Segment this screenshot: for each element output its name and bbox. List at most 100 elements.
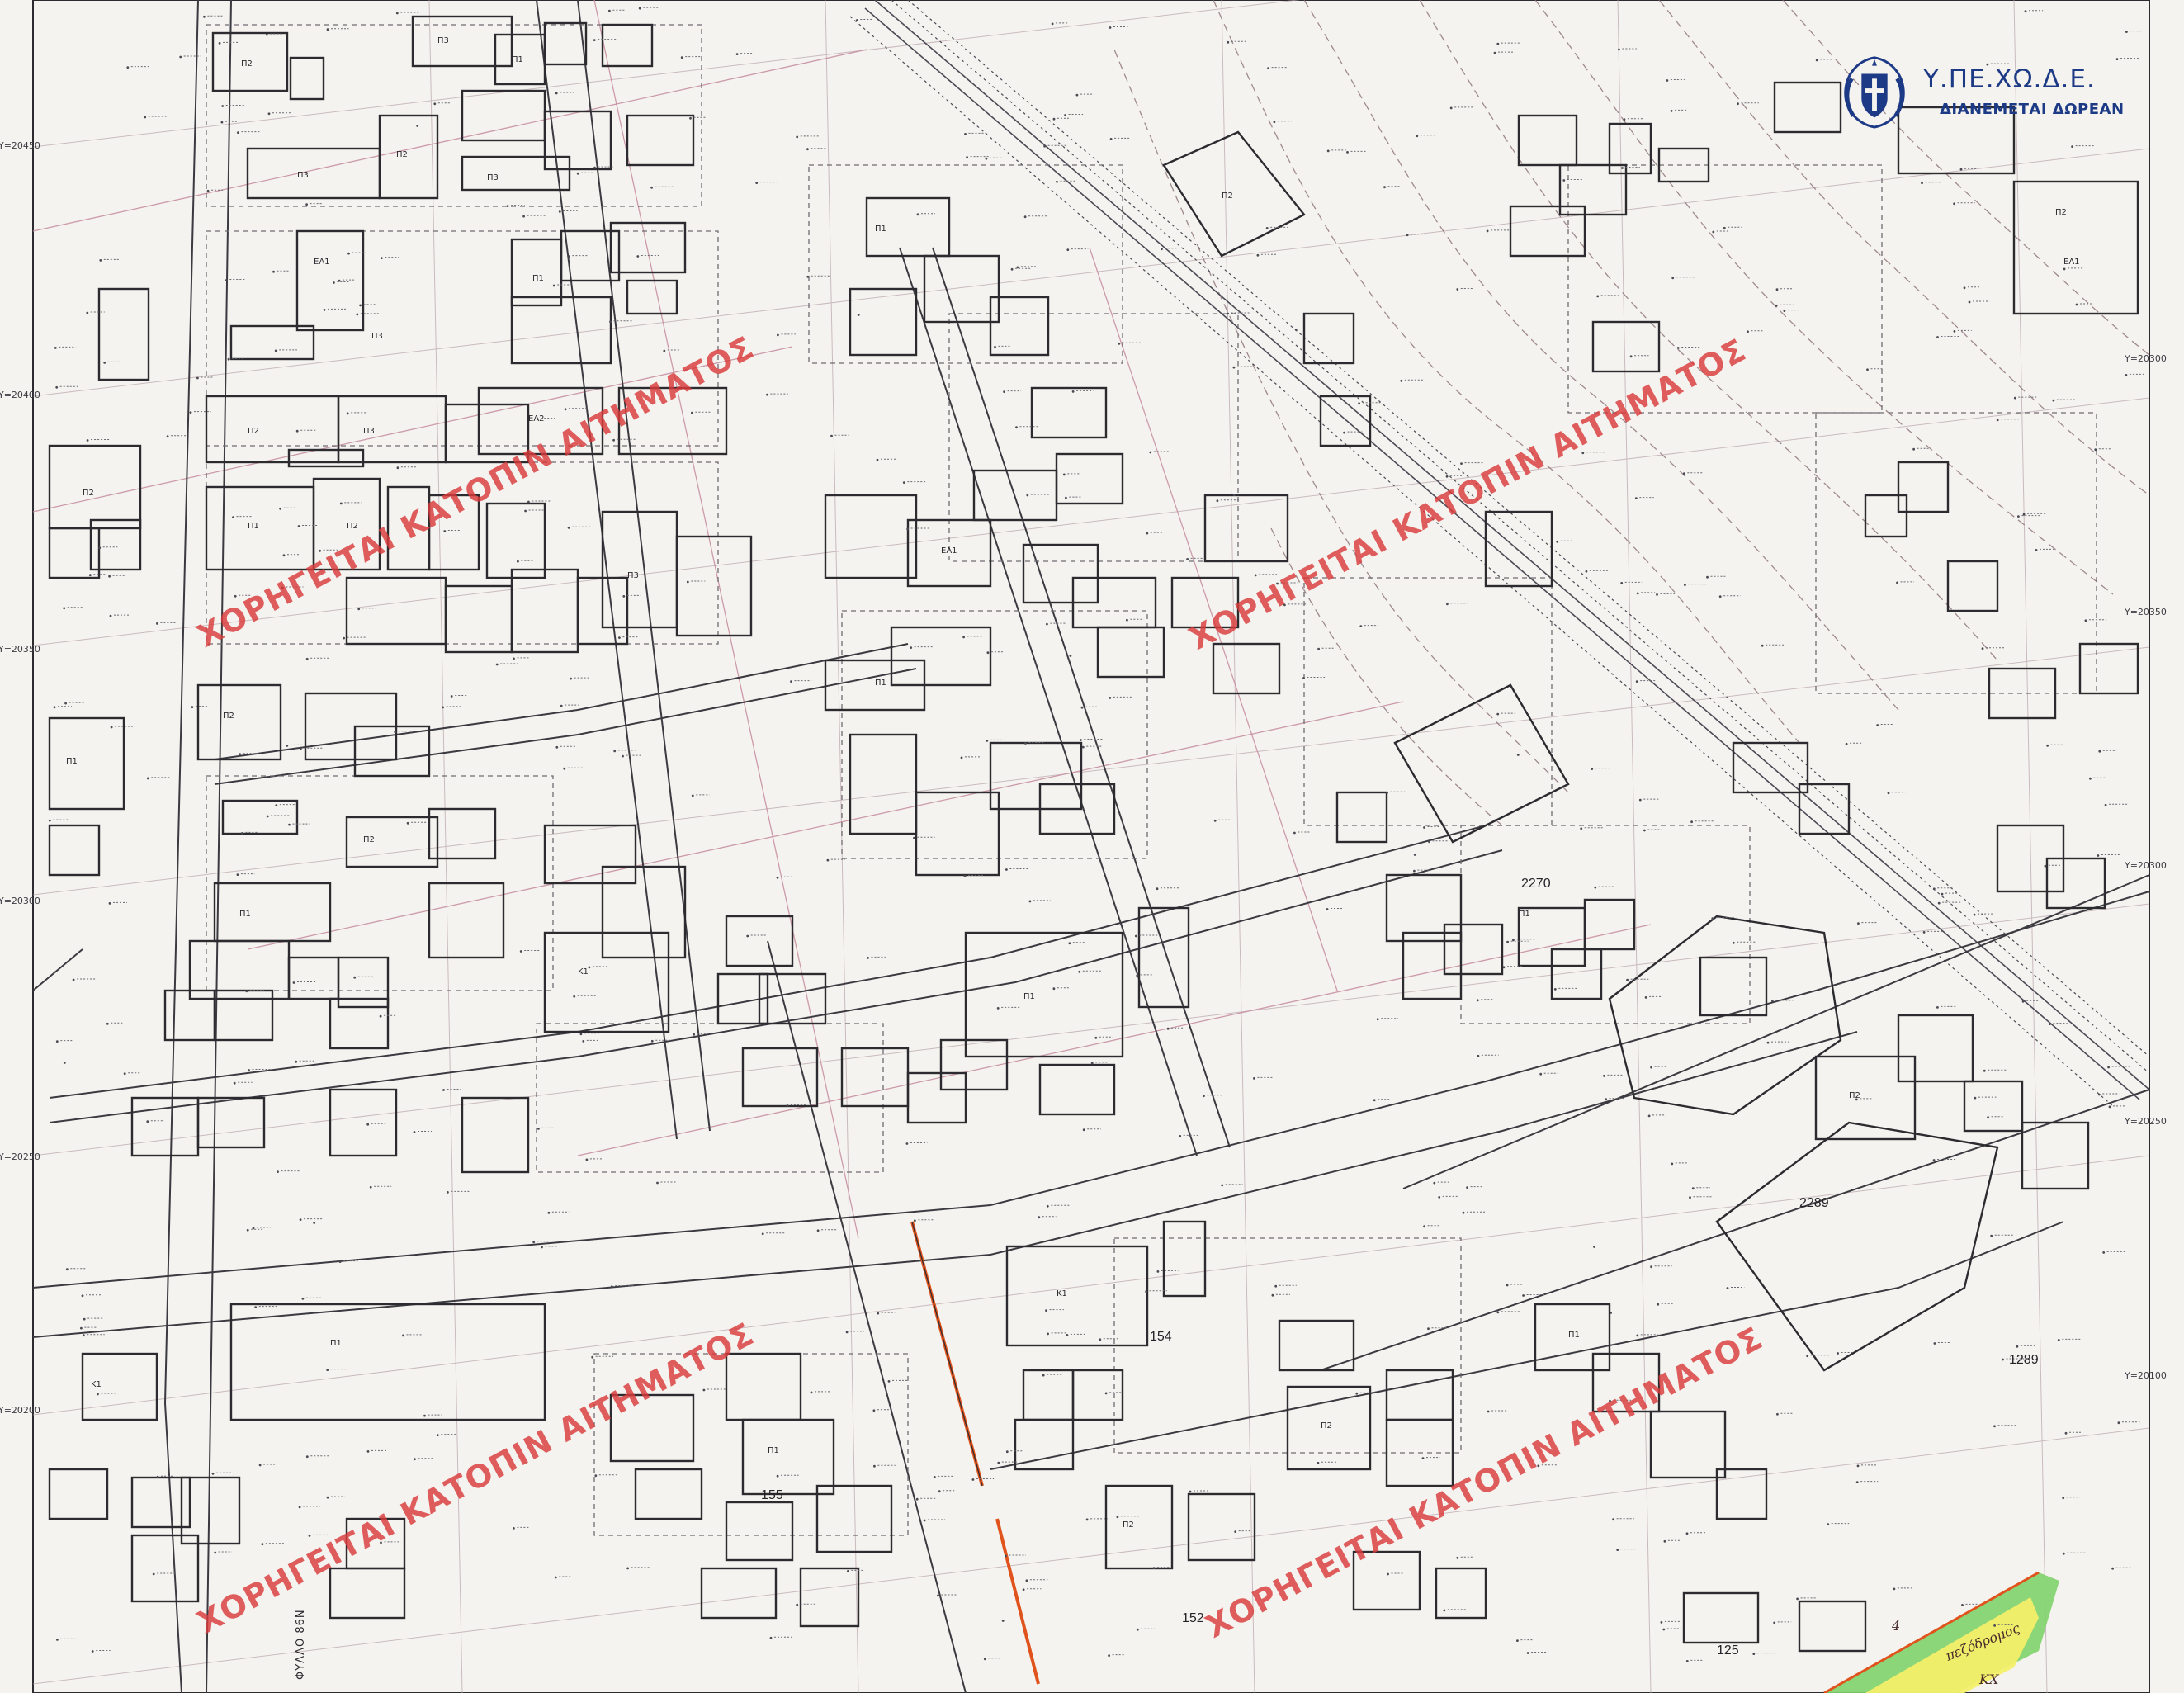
spot-height-dot [1912, 447, 1916, 451]
svg-text:Y=20350: Y=20350 [0, 644, 40, 655]
spot-height-dot [1234, 1530, 1237, 1533]
spot-height-dot [1146, 532, 1149, 535]
svg-text:Κ1: Κ1 [1057, 1289, 1067, 1298]
spot-height-dot [88, 574, 92, 577]
spot-height-dot [1028, 900, 1032, 903]
spot-height-dot [537, 1128, 540, 1130]
spot-height-dot [64, 702, 67, 705]
svg-text:Π3: Π3 [437, 36, 449, 45]
spot-height-dot [1827, 1523, 1830, 1525]
spot-height-dot [1346, 151, 1349, 154]
svg-text:Y=20250: Y=20250 [2124, 1116, 2167, 1127]
spot-height-dot [237, 131, 239, 135]
spot-height-dot [1213, 819, 1217, 822]
spot-height-dot [2102, 1251, 2106, 1254]
spot-height-dot [1477, 1054, 1480, 1057]
spot-height-dot [790, 680, 792, 683]
spot-height-dot [1522, 1294, 1525, 1297]
spot-height-dot [1612, 1518, 1614, 1521]
spot-height-dot [1506, 1284, 1509, 1287]
spot-height-dot [2035, 549, 2038, 551]
spot-height-dot [1476, 999, 1479, 1002]
spot-height-dot [1109, 26, 1112, 29]
svg-text:Π2: Π2 [363, 835, 375, 844]
spot-height-dot [1460, 462, 1463, 465]
spot-height-dot [766, 393, 768, 396]
spot-height-dot [152, 1572, 155, 1576]
spot-height-dot [275, 804, 278, 806]
spot-height-dot [1933, 1342, 1936, 1345]
spot-height-dot [1109, 697, 1112, 699]
spot-height-dot [1166, 1027, 1170, 1030]
svg-text:Π3: Π3 [297, 171, 309, 180]
spot-height-dot [299, 747, 302, 750]
spot-height-dot [1616, 1549, 1619, 1551]
spot-height-dot [876, 458, 879, 461]
spot-height-dot [689, 116, 692, 120]
spot-height-dot [313, 1222, 316, 1224]
spot-height-dot [1145, 1290, 1147, 1293]
svg-text:Κ1: Κ1 [91, 1380, 102, 1389]
spot-height-dot [1650, 1066, 1652, 1069]
spot-height-dot [416, 125, 419, 127]
spot-height-dot [305, 657, 309, 660]
spot-height-dot [966, 156, 968, 159]
spot-height-dot [166, 435, 169, 438]
spot-height-dot [746, 934, 749, 938]
spot-height-dot [1075, 93, 1079, 97]
spot-height-dot [1038, 1216, 1041, 1219]
spot-height-dot [423, 1414, 426, 1417]
spot-height-dot [1650, 1265, 1652, 1269]
spot-height-dot [527, 500, 530, 504]
spot-height-dot [1660, 1621, 1663, 1624]
spot-height-dot [735, 53, 739, 55]
spot-height-dot [1069, 655, 1072, 657]
spot-height-dot [1723, 226, 1726, 229]
svg-text:Π2: Π2 [83, 489, 94, 498]
spot-height-dot [1626, 978, 1629, 981]
spot-height-dot [80, 1326, 83, 1330]
spot-height-dot [1046, 622, 1048, 626]
spot-height-dot [1081, 745, 1085, 749]
spot-height-dot [232, 516, 234, 518]
spot-height-dot [1273, 121, 1276, 124]
spot-height-dot [339, 502, 343, 505]
spot-height-dot [1620, 582, 1624, 584]
spot-height-dot [1343, 431, 1345, 434]
spot-height-dot [2062, 1552, 2065, 1555]
spot-height-dot [1516, 1639, 1519, 1642]
spot-height-dot [2125, 374, 2128, 376]
spot-height-dot [98, 546, 102, 550]
spot-height-dot [53, 706, 56, 709]
spot-height-dot [1732, 941, 1735, 944]
spot-height-dot [585, 1158, 589, 1161]
spot-height-dot [1047, 1332, 1049, 1336]
spot-height-dot [221, 105, 225, 107]
spot-height-dot [964, 133, 967, 135]
spot-height-dot [1387, 1572, 1389, 1576]
spot-height-dot [960, 756, 963, 759]
spot-height-dot [1294, 329, 1298, 331]
spot-height-dot [1232, 366, 1236, 369]
spot-height-dot [436, 1434, 439, 1436]
spot-height-dot [1134, 934, 1137, 938]
svg-text:Π1: Π1 [512, 55, 523, 64]
block-number: 2289 [1799, 1196, 1829, 1210]
spot-height-dot [1186, 558, 1189, 560]
spot-height-dot [1005, 1554, 1007, 1558]
spot-height-dot [1618, 48, 1620, 51]
spot-height-dot [1090, 1062, 1094, 1065]
spot-height-dot [1109, 138, 1113, 140]
spot-height-dot [2013, 396, 2016, 400]
spot-height-dot [82, 1334, 85, 1337]
spot-height-dot [1189, 1490, 1192, 1493]
spot-height-dot [1553, 988, 1557, 991]
svg-text:Π1: Π1 [239, 910, 251, 919]
spot-height-dot [1691, 1187, 1695, 1190]
spot-height-dot [1427, 1327, 1430, 1331]
spot-height-dot [916, 213, 919, 216]
spot-height-dot [1773, 1621, 1776, 1624]
spot-height-dot [986, 740, 989, 742]
spot-height-dot [937, 1594, 939, 1597]
spot-height-dot [1005, 868, 1008, 871]
